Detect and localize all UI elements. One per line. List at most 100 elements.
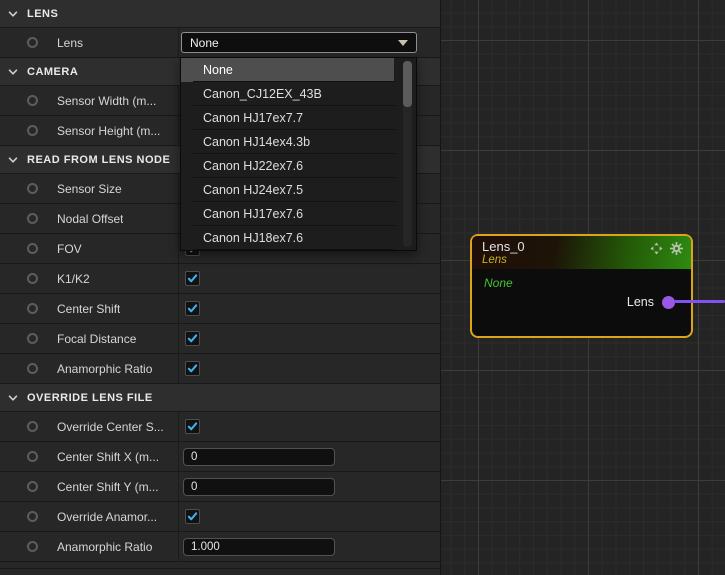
value-input[interactable] [183,448,335,466]
property-row: Center Shift [0,294,440,324]
property-label: Center Shift [57,302,120,316]
reset-to-default-icon[interactable] [27,125,38,136]
lens-dropdown-list: NoneCanon_CJ12EX_43BCanon HJ17ex7.7Canon… [180,57,417,251]
dropdown-option[interactable]: Canon HJ14ex4.3b [181,130,394,154]
value-input[interactable] [183,538,335,556]
lens-node[interactable]: Lens_0 Lens [470,234,693,338]
checkbox[interactable] [185,361,200,376]
property-row-value-cell [179,294,440,323]
property-row: Override Anamor... [0,502,440,532]
property-row-value-cell [179,502,440,531]
combobox-selected-value: None [190,36,219,50]
checkmark-icon [187,303,198,314]
checkmark-icon [187,273,198,284]
property-row-value-cell [179,354,440,383]
property-row-label-cell: Nodal Offset [0,204,179,233]
connection-wire[interactable] [674,300,725,303]
property-row-label-cell: Override Center S... [0,412,179,441]
section-header[interactable]: OVERRIDE LENS FILE [0,384,440,412]
property-label: K1/K2 [57,272,90,286]
property-label: Override Center S... [57,420,164,434]
property-row-label-cell: Center Shift Y (m... [0,472,179,501]
property-label: Center Shift Y (m... [57,480,159,494]
property-label: FOV [57,242,82,256]
property-row-value-cell [179,472,440,501]
checkmark-icon [187,511,198,522]
property-label: Anamorphic Ratio [57,362,152,376]
reset-to-default-icon[interactable] [27,273,38,284]
node-lens-value: None [484,276,513,290]
dropdown-option[interactable]: Canon HJ18ex7.6 [181,226,394,250]
reset-to-default-icon[interactable] [27,451,38,462]
reset-to-default-icon[interactable] [27,481,38,492]
reset-to-default-icon[interactable] [27,243,38,254]
property-row-value-cell [179,264,440,293]
reset-to-default-icon[interactable] [27,213,38,224]
property-row-label-cell: Sensor Height (m... [0,116,179,145]
property-label: Lens [57,36,83,50]
output-port-dot[interactable] [662,296,675,309]
lens-node-header[interactable]: Lens_0 Lens [472,236,691,269]
property-label: Sensor Height (m... [57,124,160,138]
dropdown-option[interactable]: Canon HJ22ex7.6 [181,154,394,178]
property-row: Center Shift X (m... [0,442,440,472]
output-port-lens[interactable]: Lens [627,295,675,309]
property-row-label-cell: FOV [0,234,179,263]
checkbox[interactable] [185,509,200,524]
reset-to-default-icon[interactable] [27,183,38,194]
property-label: Focal Distance [57,332,136,346]
section-header[interactable]: LENS [0,0,440,28]
reset-to-default-icon[interactable] [27,363,38,374]
section-title: OVERRIDE LENS FILE [27,392,153,404]
reset-to-default-icon[interactable] [27,421,38,432]
dropdown-option[interactable]: Canon HJ24ex7.5 [181,178,394,202]
property-row: Lens None [0,28,440,58]
dropdown-option[interactable]: None [181,58,394,82]
output-port-label: Lens [627,295,654,309]
dropdown-arrow-icon [398,40,408,46]
lens-combobox[interactable]: None [181,32,417,53]
value-input[interactable] [183,478,335,496]
reset-to-default-icon[interactable] [27,541,38,552]
property-row-value-cell [179,532,440,561]
section-title: CAMERA [27,66,78,78]
property-label: Nodal Offset [57,212,123,226]
property-row-label-cell: Anamorphic Ratio [0,532,179,561]
section-title: READ FROM LENS NODE [27,154,170,166]
checkmark-icon [187,363,198,374]
checkbox[interactable] [185,271,200,286]
node-graph-canvas[interactable]: Lens_0 Lens [441,0,725,575]
reset-to-default-icon[interactable] [27,333,38,344]
property-row-label-cell: Anamorphic Ratio [0,354,179,383]
checkbox[interactable] [185,301,200,316]
dropdown-option[interactable]: Canon HJ17ex7.6 [181,202,394,226]
reset-to-default-icon[interactable] [27,95,38,106]
reset-to-default-icon[interactable] [27,511,38,522]
reset-to-default-icon[interactable] [27,37,38,48]
dropdown-options: NoneCanon_CJ12EX_43BCanon HJ17ex7.7Canon… [181,58,394,250]
move-icon[interactable] [650,242,663,255]
panel-filler [0,562,440,575]
node-header-icons [650,242,683,255]
property-label: Override Anamor... [57,510,157,524]
property-row-label-cell: Lens [0,28,179,57]
section-title: LENS [27,8,58,20]
checkbox[interactable] [185,331,200,346]
dropdown-option[interactable]: Canon HJ17ex7.7 [181,106,394,130]
chevron-down-icon [8,10,18,18]
property-row: K1/K2 [0,264,440,294]
property-label: Sensor Size [57,182,122,196]
property-row-label-cell: Center Shift X (m... [0,442,179,471]
reset-to-default-icon[interactable] [27,303,38,314]
property-row: Anamorphic Ratio [0,354,440,384]
dropdown-option[interactable]: Canon_CJ12EX_43B [181,82,394,106]
gear-icon[interactable] [670,242,683,255]
checkbox[interactable] [185,419,200,434]
dropdown-scrollbar-thumb[interactable] [403,61,412,107]
property-row-label-cell: Focal Distance [0,324,179,353]
property-label: Sensor Width (m... [57,94,156,108]
property-row-value-cell [179,324,440,353]
dropdown-scrollbar[interactable] [403,61,412,247]
property-row-value-cell: None [179,28,440,57]
property-row: Center Shift Y (m... [0,472,440,502]
